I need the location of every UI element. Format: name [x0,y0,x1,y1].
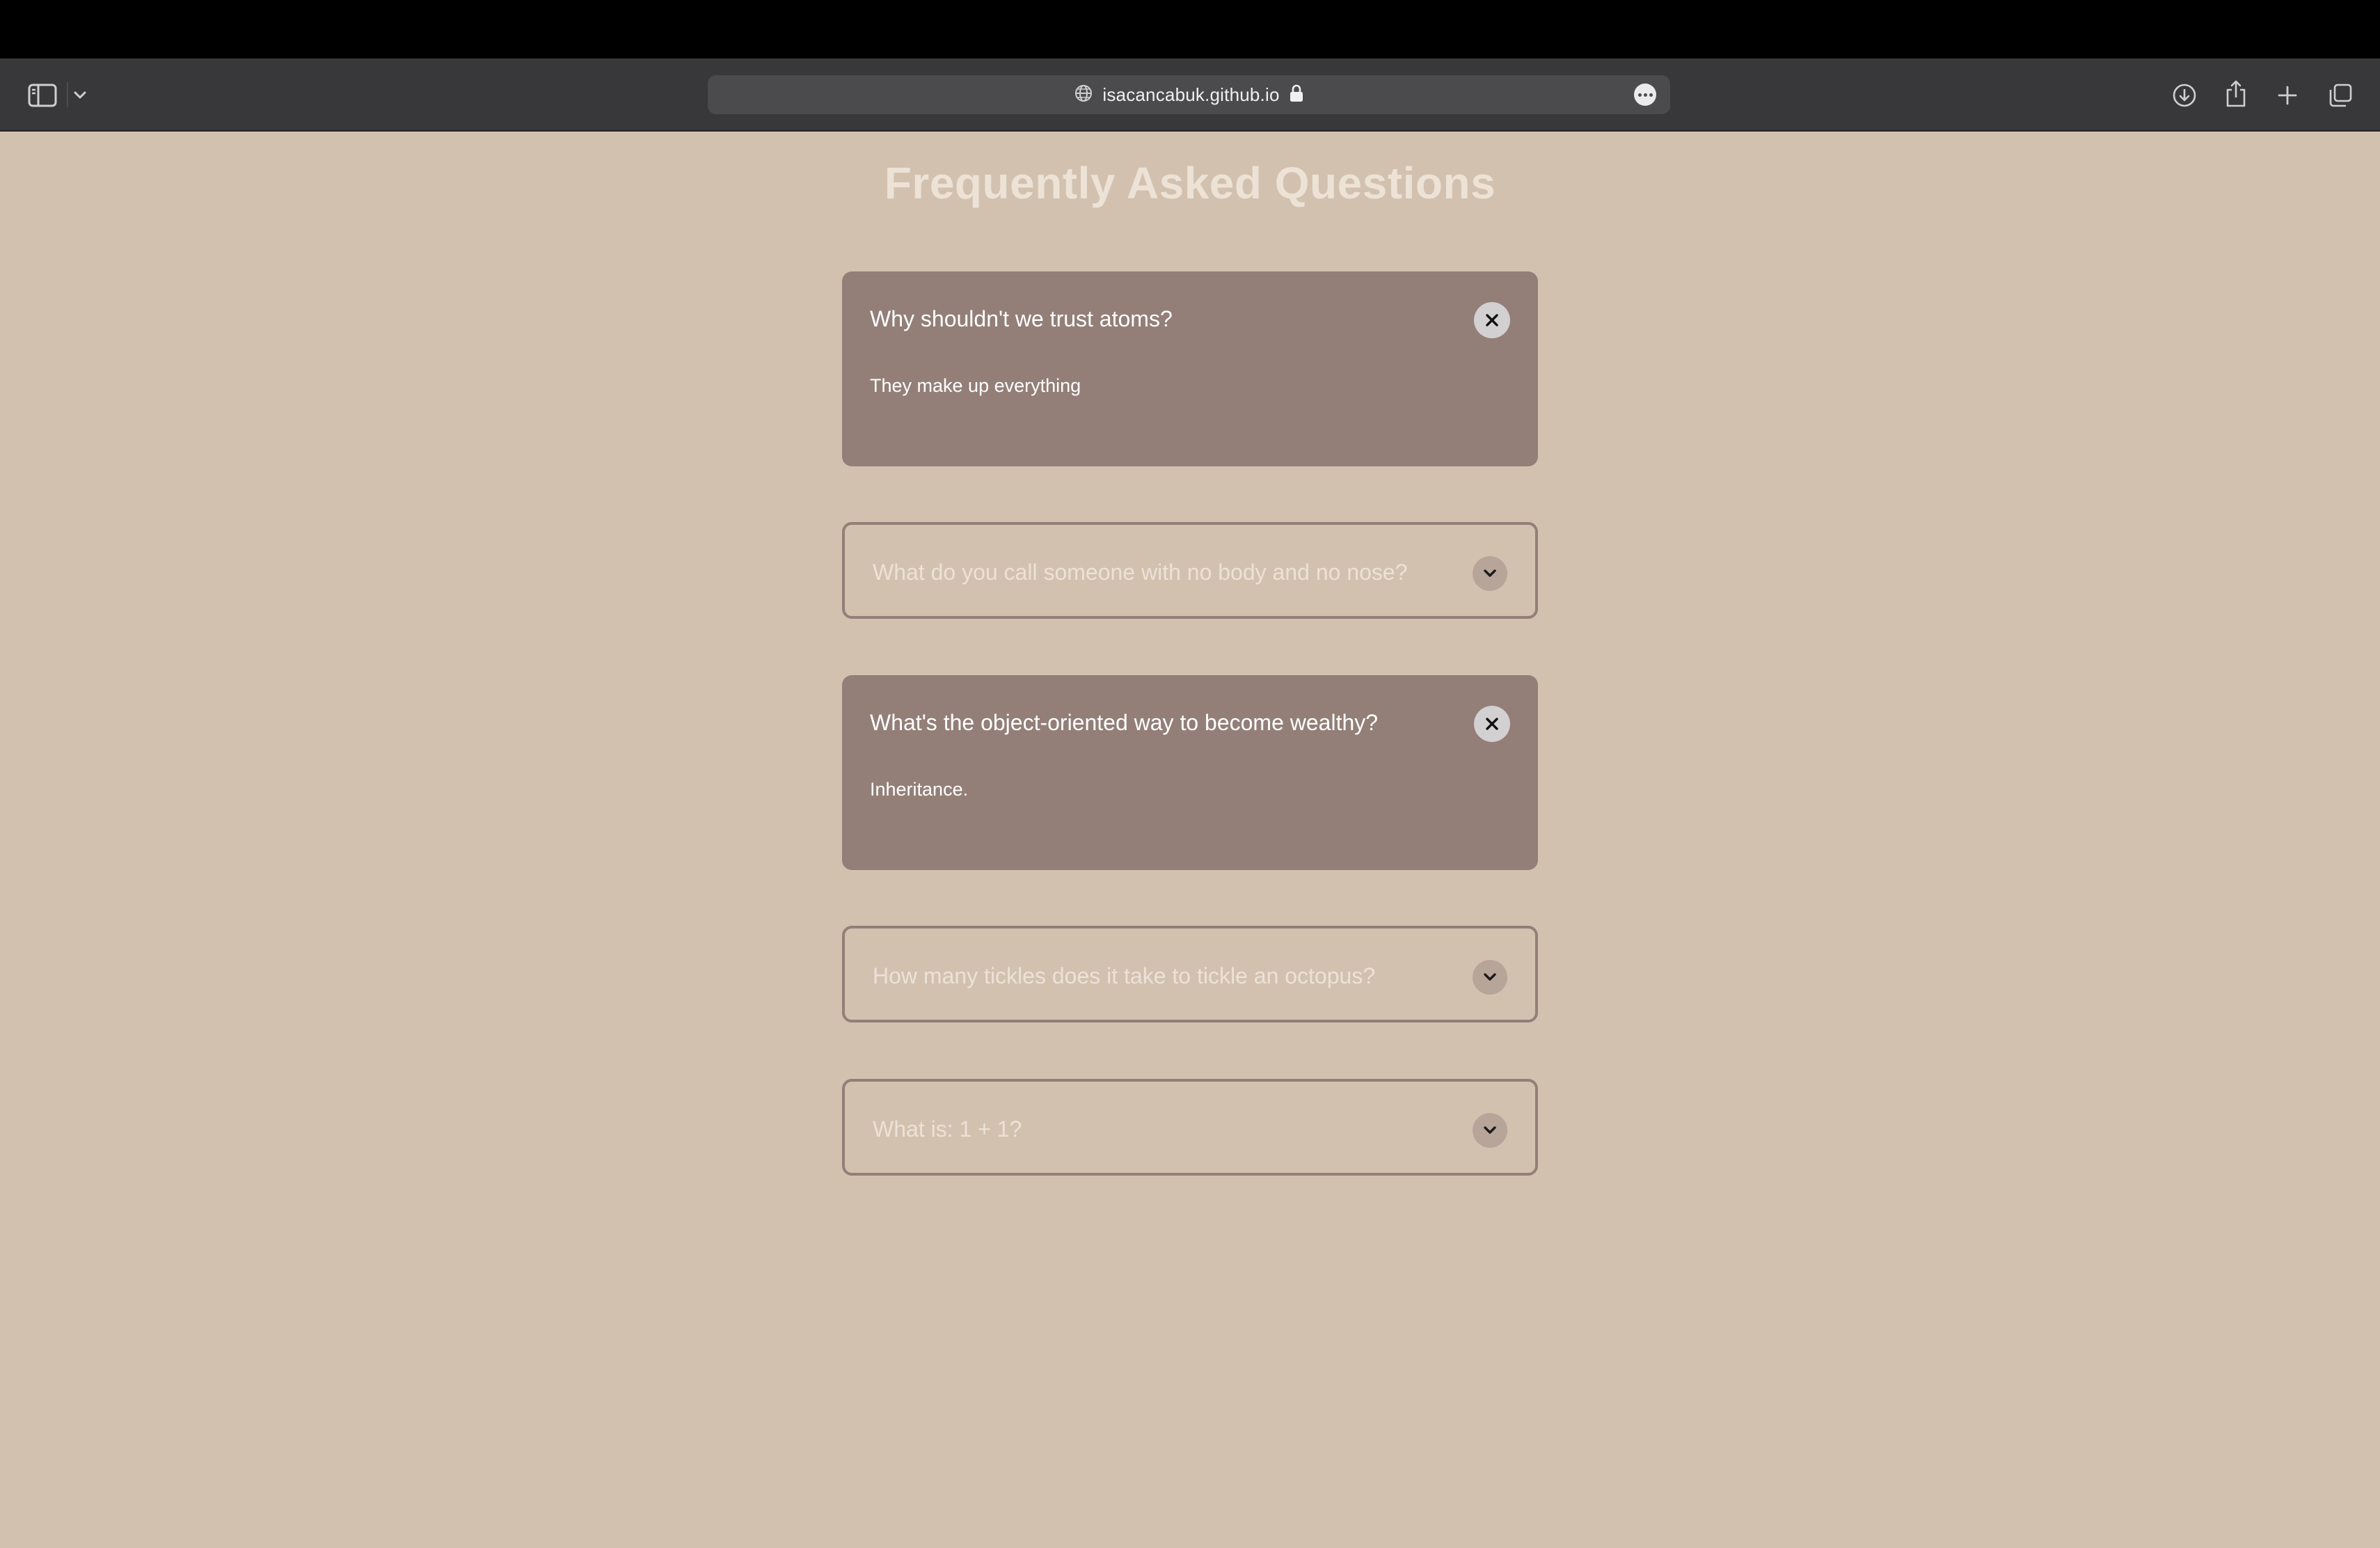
toolbar-separator [67,82,68,107]
faq-question: Why shouldn't we trust atoms? [870,306,1173,331]
url-text: isacancabuk.github.io [1102,84,1280,105]
faq-item[interactable]: What's the object-oriented way to become… [842,675,1538,870]
share-icon[interactable] [2220,77,2252,111]
more-icon[interactable] [1634,84,1656,106]
page-title: Frequently Asked Questions [884,158,1496,208]
chevron-down-icon[interactable] [1473,1113,1507,1148]
globe-icon [1074,84,1093,106]
faq-question: What is: 1 + 1? [873,1116,1022,1142]
close-icon[interactable] [1474,706,1510,742]
chevron-down-icon[interactable] [1473,960,1507,995]
faq-question: What do you call someone with no body an… [873,560,1408,585]
plus-icon[interactable] [2271,79,2303,111]
chevron-down-icon[interactable] [70,84,90,107]
address-bar[interactable]: isacancabuk.github.io [708,75,1670,114]
tabs-icon[interactable] [2324,79,2356,111]
faq-answer: Inheritance. [870,779,969,800]
chevron-down-icon[interactable] [1473,556,1507,591]
faq-question: What's the object-oriented way to become… [870,710,1379,735]
faq-answer: They make up everything [870,375,1081,396]
lock-icon [1290,84,1303,106]
browser-toolbar: isacancabuk.github.io [0,58,2380,132]
faq-item[interactable]: What do you call someone with no body an… [842,522,1538,619]
download-icon[interactable] [2168,79,2200,111]
menu-bar [0,0,2380,58]
faq-item[interactable]: What is: 1 + 1? [842,1079,1538,1176]
faq-item[interactable]: Why shouldn't we trust atoms? They make … [842,271,1538,466]
faq-item[interactable]: How many tickles does it take to tickle … [842,926,1538,1022]
sidebar-toggle-icon[interactable] [26,79,58,111]
faq-question: How many tickles does it take to tickle … [873,963,1376,988]
close-icon[interactable] [1474,302,1510,338]
